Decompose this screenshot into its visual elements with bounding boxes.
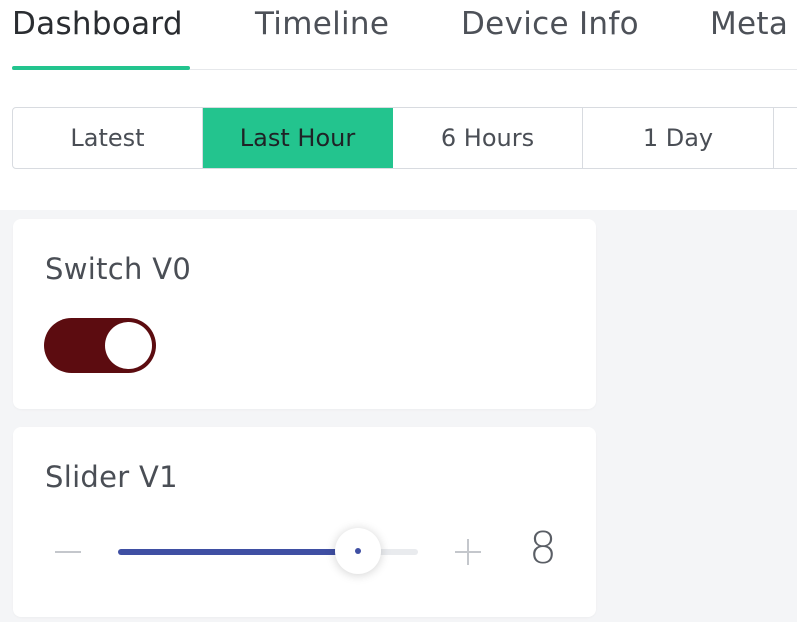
time-range-selector: Latest Last Hour 6 Hours 1 Day xyxy=(12,107,797,169)
top-tab-bar: Dashboard Timeline Device Info Meta xyxy=(0,0,797,70)
minus-icon[interactable] xyxy=(53,532,83,572)
switch-toggle[interactable] xyxy=(44,318,156,373)
time-range-last-hour[interactable]: Last Hour xyxy=(203,108,393,168)
tab-device-info[interactable]: Device Info xyxy=(461,6,639,42)
time-range-1-day[interactable]: 1 Day xyxy=(583,108,774,168)
plus-icon[interactable] xyxy=(453,535,483,569)
switch-knob xyxy=(105,322,152,369)
switch-widget-title: Switch V0 xyxy=(45,252,192,286)
tab-meta[interactable]: Meta xyxy=(710,6,788,42)
tab-timeline[interactable]: Timeline xyxy=(255,6,389,42)
slider-widget-card: Slider V1 8 xyxy=(13,427,596,617)
time-range-6-hours[interactable]: 6 Hours xyxy=(393,108,583,168)
tab-dashboard[interactable]: Dashboard xyxy=(12,6,183,42)
slider-fill xyxy=(118,549,358,555)
slider-widget-title: Slider V1 xyxy=(45,460,178,494)
slider-handle[interactable] xyxy=(335,528,381,574)
time-range-latest[interactable]: Latest xyxy=(13,108,203,168)
slider-value: 8 xyxy=(529,523,557,574)
switch-widget-card: Switch V0 xyxy=(13,219,596,409)
